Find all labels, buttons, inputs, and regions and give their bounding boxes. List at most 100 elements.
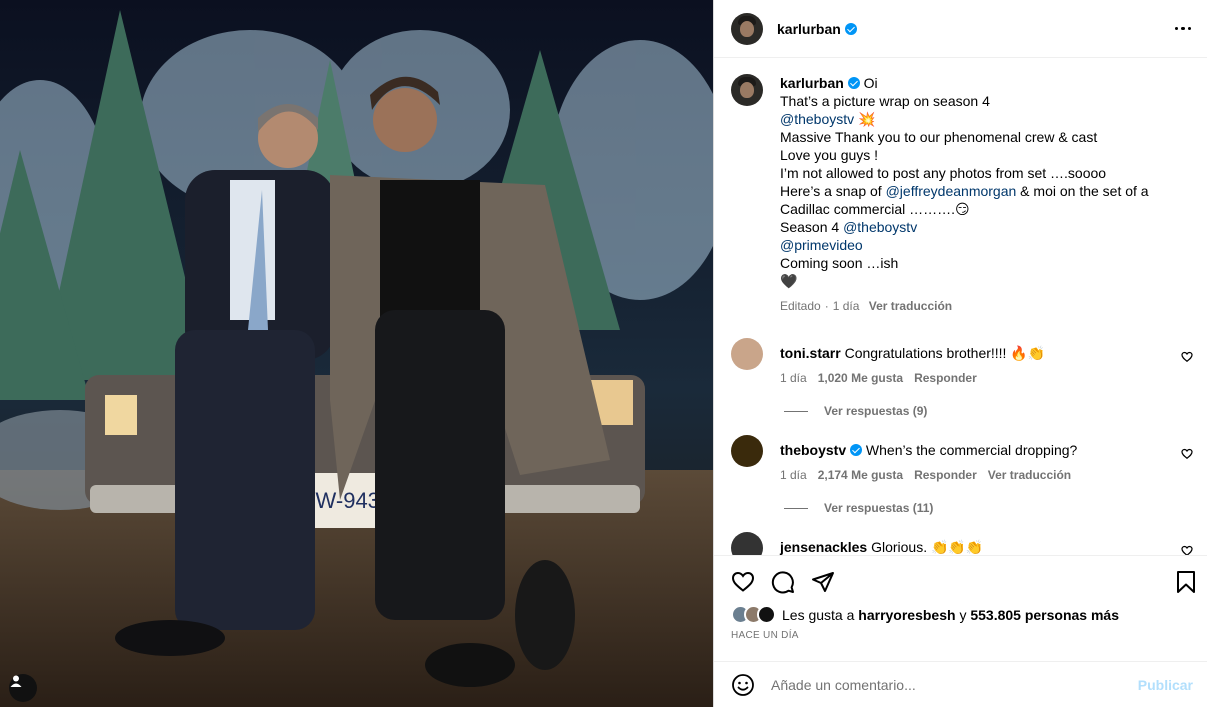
comment-username[interactable]: jensenackles [780, 539, 867, 555]
comment-button[interactable] [771, 570, 795, 594]
edited-label: Editado [780, 299, 821, 313]
reply-button[interactable]: Responder [914, 371, 977, 385]
caption-line: Cadillac commercial ……….😏 [780, 200, 1149, 218]
share-button[interactable] [811, 570, 835, 594]
caption-segment: Oi [859, 75, 878, 91]
heart-icon [1181, 351, 1193, 363]
comment-item: theboystv When’s the commercial dropping… [714, 435, 1207, 515]
comment-likes[interactable]: 2,174 Me gusta [818, 468, 903, 482]
caption-line: Love you guys ! [780, 146, 1149, 164]
mention-link[interactable]: @jeffreydeanmorgan [886, 183, 1017, 199]
caption-line: @theboystv 💥 [780, 110, 1149, 128]
author-avatar[interactable] [731, 12, 763, 45]
comment-username[interactable]: toni.starr [780, 345, 841, 361]
mention-link[interactable]: @theboystv [843, 219, 917, 235]
caption: karlurban Oi That’s a picture wrap on sea… [714, 58, 1207, 315]
comment-like-button[interactable] [1181, 447, 1193, 463]
caption-segment: Coming soon …ish [780, 255, 899, 271]
user-tag-button[interactable] [9, 674, 37, 702]
caption-line: That’s a picture wrap on season 4 [780, 92, 1149, 110]
view-replies-button[interactable]: Ver respuestas (11) [714, 501, 1207, 515]
comment-item: jensenackles Glorious. 👏👏👏 [714, 532, 1207, 555]
caption-segment: Love you guys ! [780, 147, 879, 163]
post-header: karlurban [714, 0, 1207, 58]
comment-username[interactable]: theboystv [780, 442, 846, 458]
caption-meta: Editado · 1 día Ver traducción [780, 299, 953, 313]
action-bar: Les gusta a harryoresbesh y 553.805 pers… [714, 555, 1207, 661]
caption-segment: I’m not allowed to post any photos from … [780, 165, 1107, 181]
post-time[interactable]: HACE UN DÍA [714, 630, 1207, 641]
reply-button[interactable]: Responder [914, 468, 977, 482]
caption-avatar[interactable] [731, 74, 763, 106]
heart-icon [731, 571, 755, 592]
caption-line: Massive Thank you to our phenomenal crew… [780, 128, 1149, 146]
replies-label[interactable]: Ver respuestas (11) [824, 501, 933, 515]
add-comment-bar: Publicar [714, 661, 1207, 707]
comment-avatar[interactable] [731, 435, 763, 467]
like-button[interactable] [731, 570, 755, 594]
caption-segment: Here’s a snap of [780, 183, 886, 199]
more-icon [1174, 26, 1178, 31]
see-translation-link[interactable]: Ver traducción [988, 468, 1071, 482]
emoji-icon [732, 673, 754, 696]
caption-line: 🖤 [780, 272, 1149, 290]
verified-icon [847, 77, 860, 89]
verified-icon [850, 444, 863, 456]
comments-section[interactable]: karlurban Oi That’s a picture wrap on sea… [714, 58, 1207, 555]
caption-line: Coming soon …ish [780, 254, 1149, 272]
caption-line: Here’s a snap of @jeffreydeanmorgan & mo… [780, 182, 1149, 200]
post-photo[interactable]: MQW-943 [0, 0, 713, 707]
mention-link[interactable]: @primevideo [780, 237, 863, 253]
caption-time[interactable]: 1 día [833, 299, 860, 313]
likes-user[interactable]: harryoresbesh [858, 607, 955, 623]
caption-segment: Massive Thank you to our phenomenal crew… [780, 129, 1098, 145]
caption-segment: & moi on the set of a [1016, 183, 1149, 199]
liker-avatars[interactable] [731, 605, 776, 624]
caption-segment: 🖤 [780, 273, 798, 289]
emoji-button[interactable] [731, 673, 755, 697]
likes-summary: Les gusta a harryoresbesh y 553.805 pers… [714, 605, 1207, 624]
comment-time[interactable]: 1 día [780, 371, 807, 385]
post-panel: karlurban karlurban Oi That’s a picture w… [713, 0, 1207, 707]
more-options-button[interactable] [1173, 21, 1194, 37]
comment-text: When’s the commercial dropping? [865, 442, 1078, 458]
caption-line: @primevideo [780, 236, 1149, 254]
caption-segment: Cadillac commercial ……….😏 [780, 201, 970, 217]
author-username[interactable]: karlurban [777, 21, 841, 37]
comment-avatar[interactable] [731, 532, 763, 555]
comment-item: toni.starr Congratulations brother!!!! 🔥… [714, 338, 1207, 418]
caption-segment: Season 4 [780, 219, 844, 235]
caption-segment: That’s a picture wrap on season 4 [780, 93, 990, 109]
caption-segment: 💥 [854, 111, 876, 127]
comment-like-button[interactable] [1181, 544, 1193, 555]
heart-icon [1181, 448, 1193, 460]
share-icon [812, 572, 834, 592]
mention-link[interactable]: @theboystv [780, 111, 854, 127]
replies-label[interactable]: Ver respuestas (9) [824, 404, 927, 418]
save-button[interactable] [1175, 570, 1197, 594]
user-tag-icon [10, 675, 22, 687]
caption-username[interactable]: karlurban [780, 75, 844, 91]
caption-text: karlurban Oi That’s a picture wrap on sea… [780, 74, 1149, 290]
bookmark-icon [1177, 571, 1195, 593]
caption-line: Season 4 @theboystv [780, 218, 1149, 236]
likes-middle: y [955, 606, 971, 623]
comment-likes[interactable]: 1,020 Me gusta [818, 371, 903, 385]
heart-icon [1181, 545, 1193, 555]
comment-avatar[interactable] [731, 338, 763, 370]
comment-like-button[interactable] [1181, 350, 1193, 366]
comment-text: Congratulations brother!!!! 🔥👏 [844, 345, 1046, 361]
see-translation-link[interactable]: Ver traducción [869, 299, 952, 313]
caption-line: karlurban Oi [780, 74, 1149, 92]
likes-count[interactable]: 553.805 personas más [970, 607, 1119, 623]
view-replies-button[interactable]: Ver respuestas (9) [714, 404, 1207, 418]
comment-text: Glorious. 👏👏👏 [871, 539, 984, 555]
likes-prefix: Les gusta a [782, 606, 859, 623]
verified-icon [844, 22, 857, 35]
publish-button[interactable]: Publicar [1138, 677, 1193, 693]
comment-time[interactable]: 1 día [780, 468, 807, 482]
caption-line: I’m not allowed to post any photos from … [780, 164, 1149, 182]
comment-input[interactable] [771, 676, 1138, 693]
comment-icon [771, 571, 794, 594]
photo-illustration: MQW-943 [0, 0, 713, 707]
